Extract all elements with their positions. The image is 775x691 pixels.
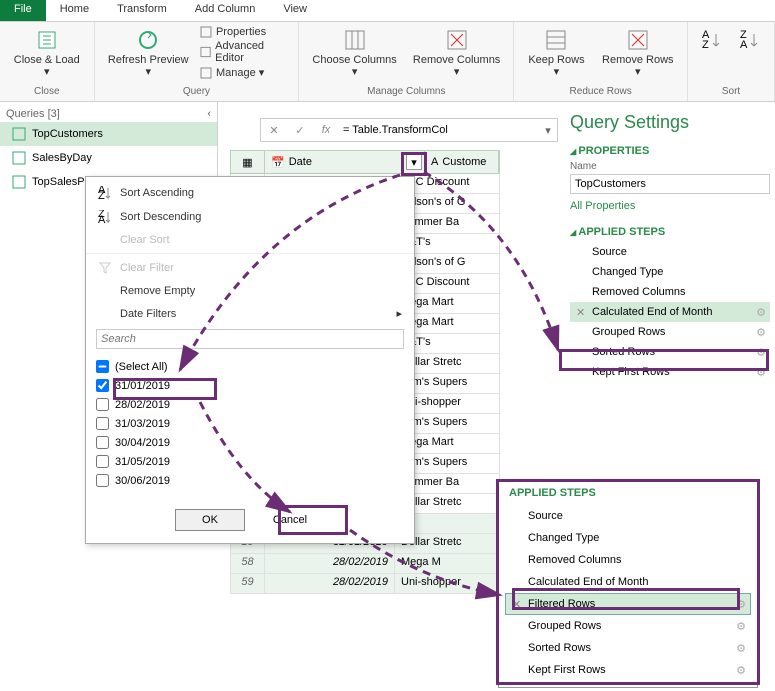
- applied-step[interactable]: Kept First Rows⚙: [570, 362, 770, 382]
- applied-steps-section[interactable]: APPLIED STEPS: [570, 226, 770, 238]
- remove-empty-item[interactable]: Remove Empty: [86, 280, 414, 302]
- svg-text:A: A: [98, 214, 106, 224]
- advanced-editor-button[interactable]: Advanced Editor: [200, 40, 290, 64]
- filter-checkbox[interactable]: [96, 398, 109, 411]
- tab-home[interactable]: Home: [46, 0, 103, 21]
- filter-option-label: 30/06/2019: [115, 475, 170, 487]
- settings-title: Query Settings: [570, 112, 770, 133]
- clear-filter-item: Clear Filter: [86, 256, 414, 280]
- gear-icon[interactable]: ⚙: [736, 664, 746, 677]
- remove-columns-button[interactable]: Remove Columns ▾: [408, 26, 505, 80]
- sort-asc-item[interactable]: AZSort Ascending: [86, 181, 414, 205]
- filter-option-label: 31/03/2019: [115, 418, 170, 430]
- remove-rows-button[interactable]: Remove Rows ▾: [597, 26, 679, 80]
- gear-icon[interactable]: ⚙: [756, 326, 766, 339]
- filter-checkbox[interactable]: [96, 379, 109, 392]
- cell[interactable]: 28/02/2019: [265, 574, 395, 593]
- formula-dropdown-icon[interactable]: ▾: [539, 124, 557, 137]
- applied-step[interactable]: Grouped Rows⚙: [570, 322, 770, 342]
- cell[interactable]: 28/02/2019: [265, 554, 395, 573]
- filter-option-label: 31/01/2019: [115, 380, 170, 392]
- gear-icon[interactable]: ⚙: [736, 620, 746, 633]
- filter-option-label: 30/04/2019: [115, 437, 170, 449]
- gear-icon[interactable]: ⚙: [756, 346, 766, 359]
- gear-icon[interactable]: ⚙: [736, 598, 746, 611]
- cancel-fx-icon[interactable]: ✕: [261, 124, 287, 137]
- filter-checkbox[interactable]: [96, 417, 109, 430]
- clear-sort-item: Clear Sort: [86, 229, 414, 251]
- applied-step[interactable]: Sorted Rows⚙: [505, 637, 751, 659]
- tab-file[interactable]: File: [0, 0, 46, 21]
- choose-columns-button[interactable]: Choose Columns ▾: [307, 26, 402, 80]
- collapse-icon[interactable]: ‹: [207, 108, 211, 120]
- query-item[interactable]: SalesByDay: [0, 146, 217, 170]
- filter-option-label: (Select All): [115, 361, 168, 373]
- cell[interactable]: Mega M: [395, 554, 499, 573]
- filter-checkbox[interactable]: [96, 436, 109, 449]
- column-header-customer[interactable]: A Custome: [425, 151, 499, 173]
- filter-popup: AZSort Ascending ZASort Descending Clear…: [85, 176, 415, 544]
- tab-view[interactable]: View: [269, 0, 321, 21]
- cell[interactable]: Uni-shopper: [395, 574, 499, 593]
- applied-step[interactable]: ✕Calculated End of Month⚙: [570, 302, 770, 322]
- filter-search-input[interactable]: [96, 329, 404, 349]
- applied-step[interactable]: Changed Type: [570, 262, 770, 282]
- applied-step[interactable]: Kept First Rows⚙: [505, 659, 751, 681]
- svg-text:A: A: [740, 39, 748, 51]
- keep-rows-button[interactable]: Keep Rows ▾: [522, 26, 590, 80]
- manage-button[interactable]: Manage ▾: [200, 66, 290, 79]
- column-header-date[interactable]: 📅 Date ▾: [265, 151, 425, 173]
- gear-icon[interactable]: ⚙: [756, 366, 766, 379]
- formula-input[interactable]: [339, 122, 539, 138]
- applied-step[interactable]: Source: [505, 505, 751, 527]
- properties-section[interactable]: PROPERTIES: [570, 145, 770, 157]
- date-type-icon: 📅: [271, 156, 285, 169]
- row-selector-icon[interactable]: ▦: [231, 151, 265, 173]
- svg-text:Z: Z: [98, 190, 105, 200]
- accept-fx-icon[interactable]: ✓: [287, 124, 313, 137]
- close-load-button[interactable]: Close & Load ▾: [8, 26, 86, 80]
- gear-icon[interactable]: ⚙: [736, 642, 746, 655]
- applied-step[interactable]: Grouped Rows⚙: [505, 615, 751, 637]
- date-filters-item[interactable]: Date Filters▸: [86, 302, 414, 325]
- tab-transform[interactable]: Transform: [103, 0, 181, 21]
- applied-step[interactable]: Changed Type: [505, 527, 751, 549]
- svg-text:Z: Z: [702, 39, 709, 51]
- gear-icon[interactable]: ⚙: [756, 306, 766, 319]
- filter-option-label: 28/02/2019: [115, 399, 170, 411]
- delete-step-icon[interactable]: ✕: [512, 598, 521, 611]
- cancel-button[interactable]: Cancel: [255, 509, 325, 531]
- ok-button[interactable]: OK: [175, 509, 245, 531]
- applied-step[interactable]: Calculated End of Month: [505, 571, 751, 593]
- applied-step[interactable]: Removed Columns: [570, 282, 770, 302]
- filter-checkbox[interactable]: [96, 360, 109, 373]
- filter-option-label: 31/05/2019: [115, 456, 170, 468]
- properties-button[interactable]: Properties: [200, 26, 290, 38]
- sort-asc-button[interactable]: AZ: [696, 26, 728, 54]
- applied-steps-after: APPLIED STEPS SourceChanged TypeRemoved …: [498, 480, 758, 688]
- ribbon: Close & Load ▾ Close Refresh Preview ▾ P…: [0, 22, 775, 102]
- filter-checkbox[interactable]: [96, 455, 109, 468]
- query-item[interactable]: TopCustomers: [0, 122, 217, 146]
- fx-icon: fx: [313, 124, 339, 136]
- applied-step[interactable]: Removed Columns: [505, 549, 751, 571]
- tab-add-column[interactable]: Add Column: [181, 0, 270, 21]
- all-properties-link[interactable]: All Properties: [570, 200, 635, 212]
- refresh-button[interactable]: Refresh Preview ▾: [103, 26, 194, 80]
- sort-desc-button[interactable]: ZA: [734, 26, 766, 54]
- query-settings-pane: Query Settings PROPERTIES Name All Prope…: [570, 112, 770, 382]
- formula-bar: ✕ ✓ fx ▾: [260, 118, 558, 142]
- applied-step[interactable]: Sorted Rows⚙: [570, 342, 770, 362]
- applied-step[interactable]: ✕Filtered Rows⚙: [505, 593, 751, 615]
- filter-checkbox[interactable]: [96, 474, 109, 487]
- query-name-input[interactable]: [570, 174, 770, 194]
- sort-desc-item[interactable]: ZASort Descending: [86, 205, 414, 229]
- delete-step-icon[interactable]: ✕: [576, 306, 585, 319]
- text-type-icon: A: [431, 156, 438, 168]
- applied-step[interactable]: Source: [570, 242, 770, 262]
- column-filter-button[interactable]: ▾: [406, 154, 422, 170]
